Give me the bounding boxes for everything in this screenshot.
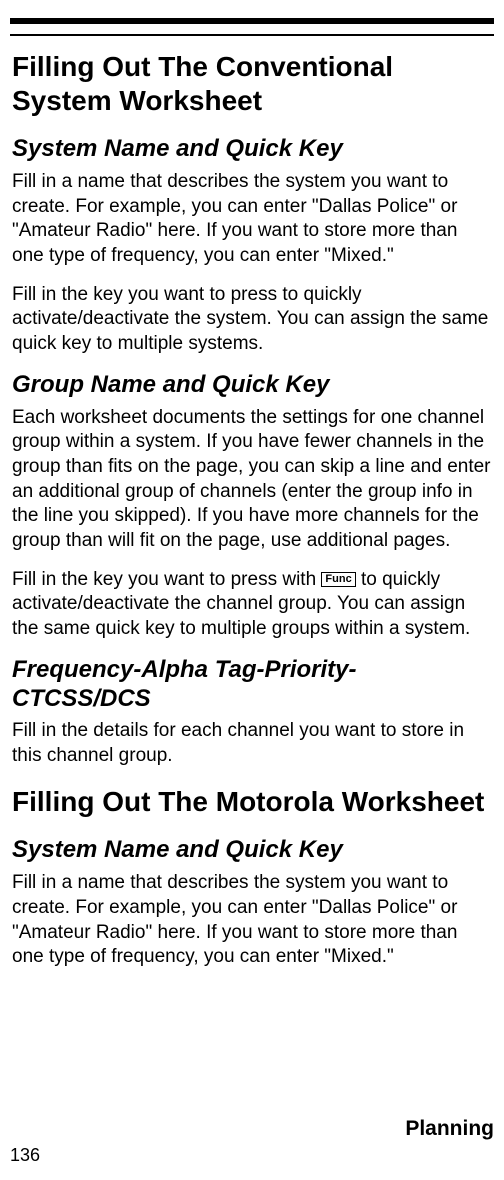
paragraph-frequency-desc: Fill in the details for each channel you… <box>12 719 492 768</box>
paragraph-system-name-desc: Fill in a name that describes the system… <box>12 170 492 269</box>
page-footer: Planning 136 <box>10 1117 494 1166</box>
text-before-func: Fill in the key you want to press with <box>12 569 321 590</box>
paragraph-system-name-desc-2: Fill in a name that describes the system… <box>12 871 492 970</box>
heading-group-name: Group Name and Quick Key <box>12 371 492 400</box>
paragraph-system-quick-key-desc: Fill in the key you want to press to qui… <box>12 283 492 357</box>
section-label: Planning <box>10 1117 494 1141</box>
paragraph-group-quick-key-desc: Fill in the key you want to press with F… <box>12 568 492 642</box>
heading-frequency-alpha: Frequency-Alpha Tag-Priority-CTCSS/DCS <box>12 656 492 714</box>
paragraph-group-worksheet-desc: Each worksheet documents the settings fo… <box>12 406 492 554</box>
heading-system-name-2: System Name and Quick Key <box>12 836 492 865</box>
page-number: 136 <box>10 1145 494 1166</box>
heading-conventional-worksheet: Filling Out The Conventional System Work… <box>12 50 492 117</box>
top-rule-thick <box>10 18 494 24</box>
page-content: Filling Out The Conventional System Work… <box>10 50 494 970</box>
top-rule-thin <box>10 34 494 36</box>
func-key-icon: Func <box>321 572 355 587</box>
heading-motorola-worksheet: Filling Out The Motorola Worksheet <box>12 785 492 819</box>
heading-system-name-1: System Name and Quick Key <box>12 135 492 164</box>
